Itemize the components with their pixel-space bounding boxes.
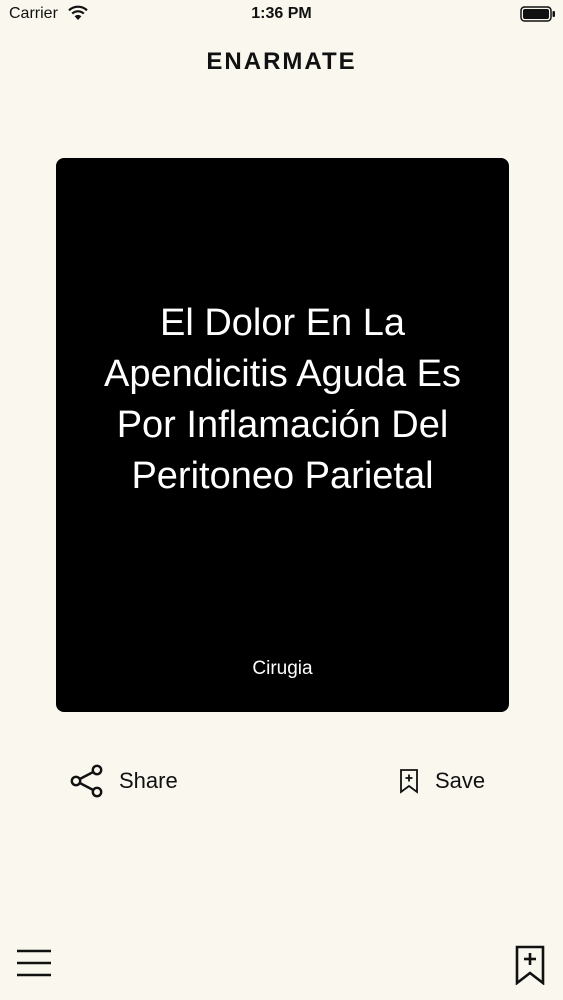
flashcard[interactable]: El Dolor En La Apendicitis Aguda Es Por … bbox=[56, 158, 509, 712]
bookmark-add-icon[interactable] bbox=[515, 945, 545, 985]
save-button[interactable]: Save bbox=[398, 762, 485, 800]
flashcard-category: Cirugia bbox=[252, 658, 313, 679]
battery-icon bbox=[520, 6, 555, 22]
share-button[interactable]: Share bbox=[70, 762, 178, 800]
status-bar: Carrier 1:36 PM bbox=[0, 0, 563, 30]
bookmark-add-icon bbox=[400, 769, 418, 794]
share-label: Share bbox=[119, 768, 178, 793]
share-icon bbox=[70, 764, 103, 798]
flashcard-text: El Dolor En La Apendicitis Aguda Es Por … bbox=[103, 302, 461, 497]
save-label: Save bbox=[435, 768, 486, 793]
app-title: ENARMATE bbox=[206, 48, 357, 75]
menu-icon[interactable] bbox=[16, 948, 52, 978]
status-time: 1:36 PM bbox=[251, 5, 312, 22]
